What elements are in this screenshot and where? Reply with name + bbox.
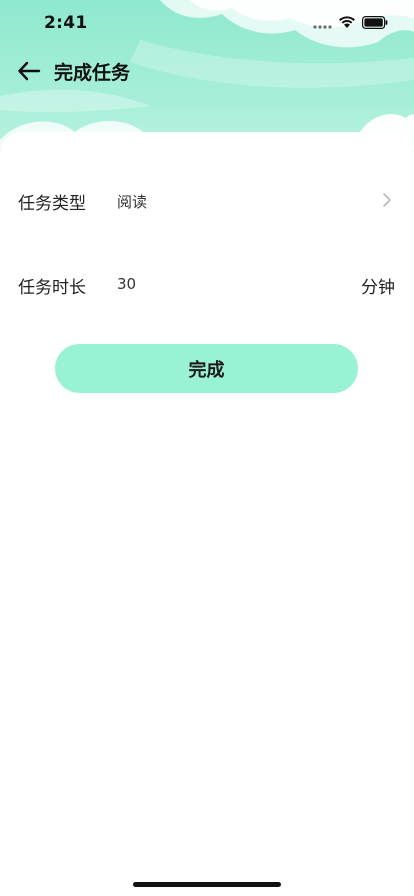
status-bar: 2:41 <box>0 0 414 46</box>
task-duration-input[interactable] <box>117 275 337 293</box>
chevron-right-icon <box>383 193 391 207</box>
navigation-bar: 完成任务 <box>0 52 414 90</box>
task-type-row[interactable]: 任务类型 阅读 <box>0 180 414 220</box>
task-type-label: 任务类型 <box>18 194 86 214</box>
task-duration-row: 任务时长 分钟 <box>0 264 414 304</box>
wifi-icon <box>339 16 355 28</box>
arrow-left-icon <box>18 61 41 81</box>
page-title: 完成任务 <box>54 62 131 84</box>
home-indicator[interactable] <box>133 882 281 887</box>
battery-icon <box>362 16 388 29</box>
signal-icon <box>313 25 332 29</box>
complete-button[interactable]: 完成 <box>55 344 358 393</box>
back-button[interactable] <box>14 57 44 85</box>
status-time: 2:41 <box>44 13 88 33</box>
task-duration-label: 任务时长 <box>18 278 86 298</box>
task-type-value: 阅读 <box>117 193 148 211</box>
duration-unit: 分钟 <box>361 278 395 298</box>
form-card: 任务类型 阅读 任务时长 分钟 完成 <box>0 132 414 896</box>
